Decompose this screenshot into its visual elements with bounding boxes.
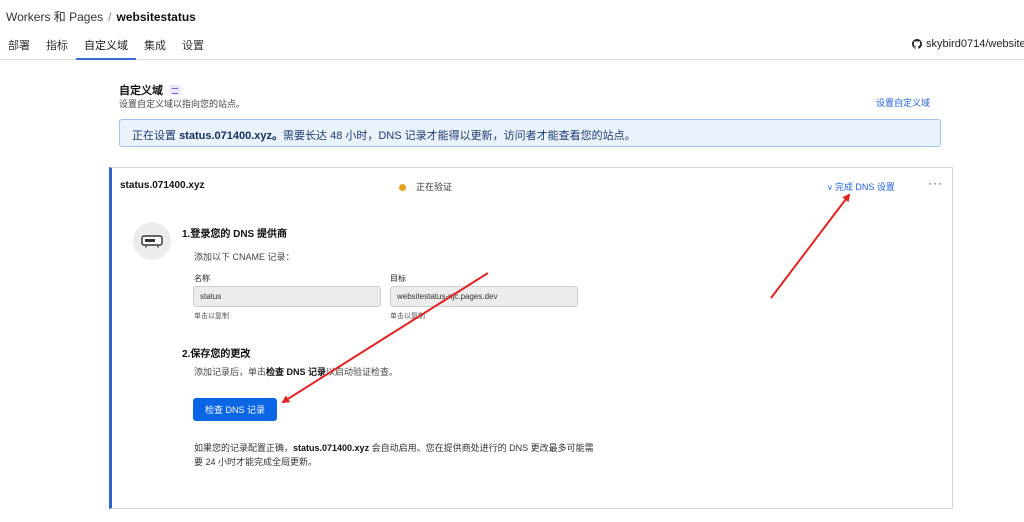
tab-bar: 部署 指标 自定义域 集成 设置 xyxy=(0,30,212,60)
setup-custom-domain-link[interactable]: 设置自定义域 xyxy=(876,96,930,109)
breadcrumb: Workers 和 Pages / websitestatus xyxy=(6,8,196,25)
breadcrumb-current: websitestatus xyxy=(116,10,196,24)
step1-description: 添加以下 CNAME 记录： xyxy=(194,252,295,262)
dns-provider-icon xyxy=(133,222,171,260)
status-dot-icon xyxy=(399,184,406,191)
cname-target-field[interactable]: websitestatus-njc.pages.dev xyxy=(390,286,578,307)
tab-custom-domains[interactable]: 自定义域 xyxy=(76,30,136,60)
breadcrumb-parent[interactable]: Workers 和 Pages xyxy=(6,10,103,24)
repo-name: skybird0714/websitestatus xyxy=(926,38,1024,50)
github-icon xyxy=(912,39,922,49)
banner-prefix: 正在设置 xyxy=(132,130,180,142)
auto-enable-note: 如果您的记录配置正确，status.071400.xyz 会自动启用。您在提供商… xyxy=(194,441,594,469)
domain-card: status.071400.xyz 正在验证 ∨ 完成 DNS 设置 ··· 1.… xyxy=(109,167,953,509)
name-column-label: 名称 xyxy=(194,274,210,283)
tab-metrics[interactable]: 指标 xyxy=(38,30,76,60)
step1-title: 1.登录您的 DNS 提供商 xyxy=(182,229,288,240)
copy-hint-name: 单击以复制 xyxy=(194,313,229,320)
tab-deployments[interactable]: 部署 xyxy=(0,30,38,60)
check-dns-records-button[interactable]: 检查 DNS 记录 xyxy=(193,398,277,421)
top-header: Workers 和 Pages / websitestatus 部署 指标 自定义域… xyxy=(0,0,1024,60)
breadcrumb-separator: / xyxy=(108,10,112,24)
finish-dns-label: 完成 DNS 设置 xyxy=(834,182,895,192)
router-icon xyxy=(141,235,163,248)
step2-desc-suffix: 以启动验证检查。 xyxy=(326,367,399,377)
info-banner: 正在设置 status.071400.xyz。需要长达 48 小时，DNS 记录… xyxy=(119,119,941,147)
note-domain: status.071400.xyz xyxy=(293,443,370,453)
note-prefix: 如果您的记录配置正确， xyxy=(194,443,294,453)
banner-domain: status.071400.xyz。 xyxy=(179,130,284,142)
tab-settings[interactable]: 设置 xyxy=(174,30,212,60)
step2-description: 添加记录后，单击检查 DNS 记录以启动验证检查。 xyxy=(194,365,398,378)
chevron-down-icon: ∨ xyxy=(827,183,833,192)
status-badge: 正在验证 xyxy=(399,180,452,193)
step2-desc-bold: 检查 DNS 记录 xyxy=(266,367,327,377)
tab-integrations[interactable]: 集成 xyxy=(136,30,174,60)
section-description: 设置自定义域以指向您的站点。 xyxy=(119,99,246,109)
status-text: 正在验证 xyxy=(416,182,453,192)
more-options-button[interactable]: ··· xyxy=(928,176,943,190)
step2-title: 2.保存您的更改 xyxy=(182,349,251,360)
target-column-label: 目标 xyxy=(390,274,406,283)
copy-hint-target: 单击以复制 xyxy=(390,313,425,320)
docs-icon[interactable] xyxy=(169,85,181,95)
section-title: 自定义域 xyxy=(119,82,181,98)
banner-suffix: 需要长达 48 小时，DNS 记录才能得以更新，访问者才能查看您的站点。 xyxy=(283,130,636,142)
cname-name-field[interactable]: status xyxy=(193,286,381,307)
section-title-text: 自定义域 xyxy=(119,85,163,97)
repo-link[interactable]: skybird0714/websitestatus xyxy=(912,38,1024,50)
domain-name: status.071400.xyz xyxy=(120,180,205,191)
finish-dns-setup-toggle[interactable]: ∨ 完成 DNS 设置 xyxy=(827,180,895,193)
step2-desc-prefix: 添加记录后，单击 xyxy=(194,367,267,377)
